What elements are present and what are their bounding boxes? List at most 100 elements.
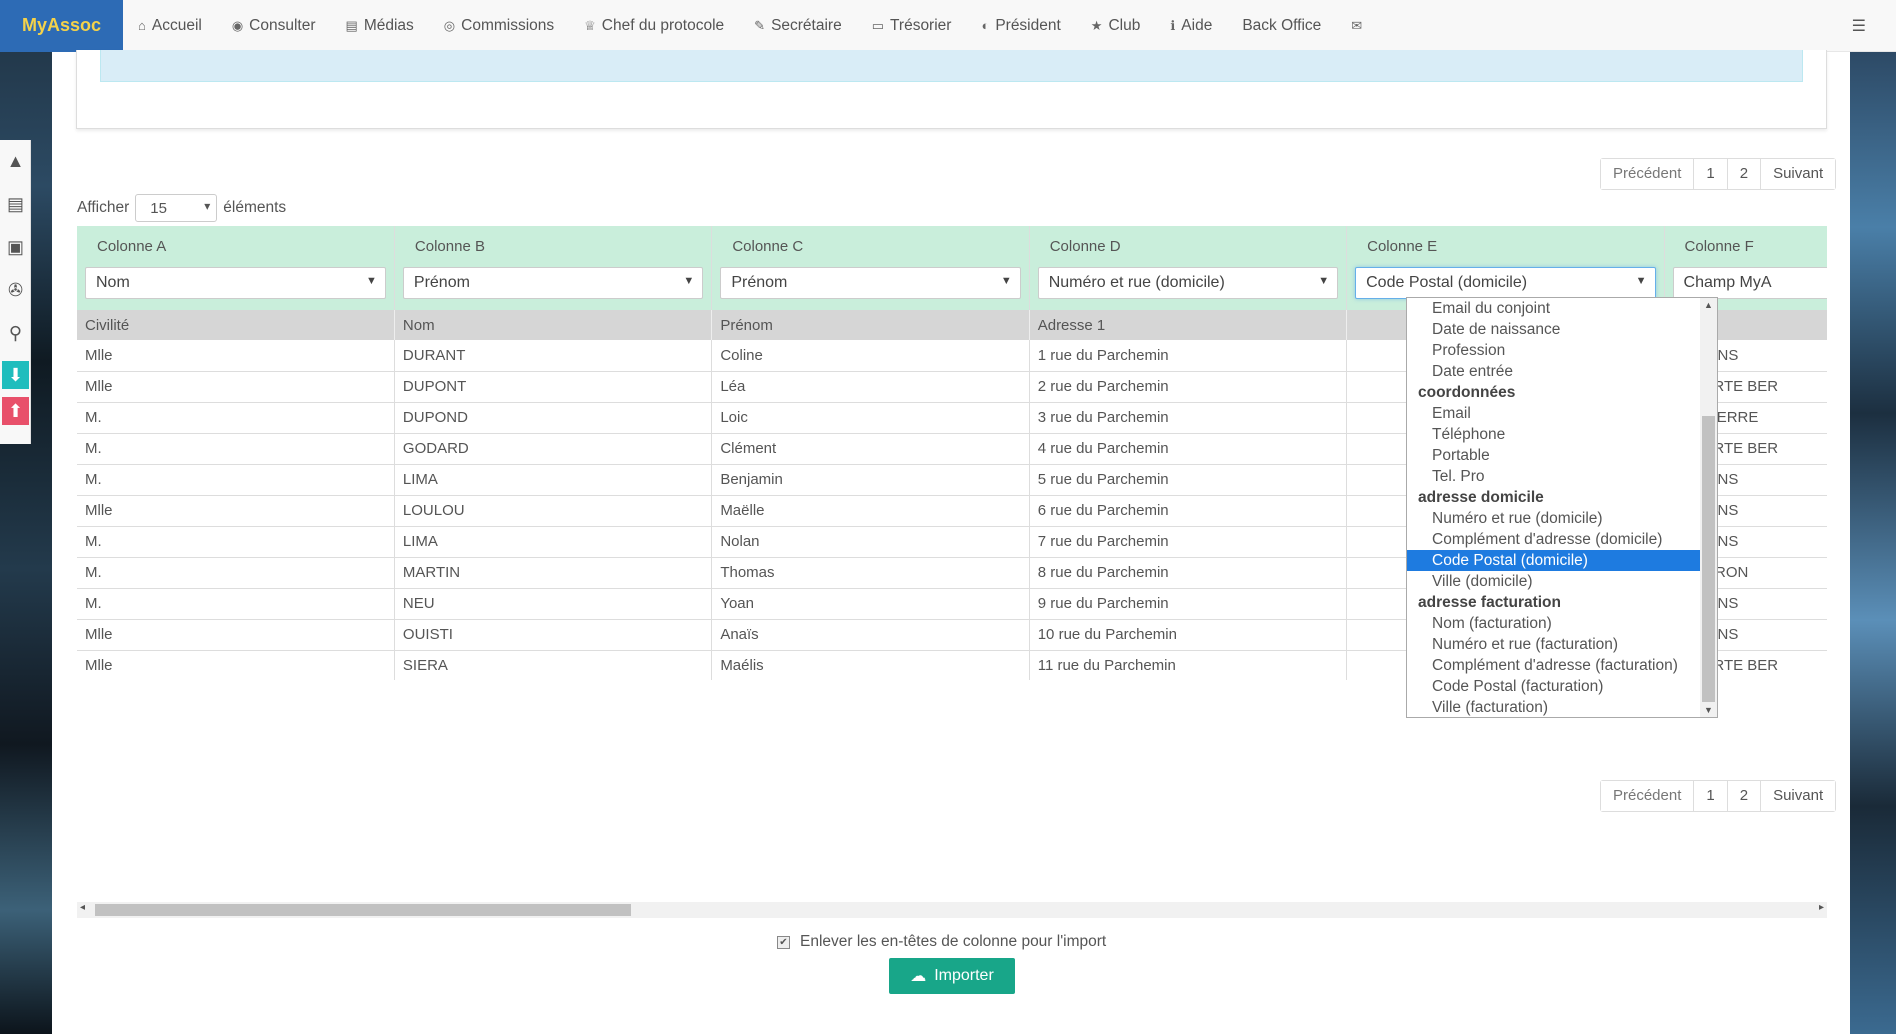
mapping-select[interactable]: Champ MyA (1672, 267, 1827, 299)
nav-item-10[interactable]: Back Office (1227, 0, 1336, 52)
dropdown-option[interactable]: Code Postal (domicile) (1407, 550, 1700, 571)
wrench-icon[interactable]: ✇ (0, 269, 31, 312)
dropdown-option[interactable]: Email du conjoint (1407, 298, 1700, 319)
table-cell: Léa (711, 371, 1030, 403)
column-header[interactable]: Adresse 1 (1029, 310, 1348, 340)
background-right (1850, 0, 1896, 1034)
dropdown-option[interactable]: Portable (1407, 445, 1700, 466)
money-icon[interactable]: ▣ (0, 226, 31, 269)
table-cell: Benjamin (711, 464, 1030, 496)
mapping-select[interactable]: Nom ▼ (85, 267, 386, 299)
nav-item-8[interactable]: ★ Club (1076, 0, 1156, 52)
dropdown-option[interactable]: Complément d'adresse (facturation) (1407, 655, 1700, 676)
mapping-select[interactable]: Prénom ▼ (402, 267, 704, 299)
dropdown-option[interactable]: Ville (domicile) (1407, 571, 1700, 592)
remove-headers-checkbox[interactable]: ✔ (777, 935, 790, 949)
table-cell: 3 rue du Parchemin (1029, 402, 1348, 434)
table-cell: Maélis (711, 650, 1030, 680)
upload-icon[interactable]: ⬆ (2, 397, 29, 425)
page-length-select[interactable]: 15 (135, 194, 218, 222)
caret-down-icon: ▼ (1000, 275, 1012, 287)
chart-icon[interactable]: ▲ (0, 140, 31, 183)
table-cell: 11 rue du Parchemin (1029, 650, 1348, 680)
menu-toggle-icon[interactable]: ☰ (1852, 16, 1866, 36)
info-alert (100, 50, 1803, 82)
dropdown-option[interactable]: Email (1407, 403, 1700, 424)
dropdown-option[interactable]: Numéro et rue (domicile) (1407, 508, 1700, 529)
page-2-button[interactable]: 2 (1726, 781, 1761, 811)
nav-label: Secrétaire (771, 16, 842, 34)
nav-item-2[interactable]: ▤ Médias (331, 0, 429, 52)
scroll-left-icon[interactable]: ◂ (80, 902, 85, 913)
scroll-right-icon[interactable]: ▸ (1819, 902, 1824, 913)
scrollbar-thumb[interactable] (95, 904, 631, 916)
download-icon[interactable]: ⬇ (2, 361, 29, 389)
nav-icon: ♕ (584, 17, 596, 33)
mapping-select-value: Champ MyA (1683, 274, 1772, 291)
dropdown-option[interactable]: Date de naissance (1407, 319, 1700, 340)
page-length-control: Afficher 15 éléments (77, 194, 286, 222)
next-page-button[interactable]: Suivant (1760, 781, 1836, 811)
column-header[interactable]: Nom (394, 310, 713, 340)
dropdown-option[interactable]: Code Postal (facturation) (1407, 676, 1700, 697)
table-cell: Mlle (77, 371, 395, 403)
dropdown-option[interactable]: Numéro et rue (facturation) (1407, 634, 1700, 655)
column-header[interactable]: Civilité (77, 310, 395, 340)
import-button[interactable]: ☁ Importer (889, 958, 1015, 994)
column-header[interactable]: Prénom (711, 310, 1030, 340)
nav-label: Accueil (151, 16, 202, 34)
mapping-select[interactable]: Prénom ▼ (720, 267, 1021, 299)
column-e-dropdown-list[interactable]: Email du conjoint Date de naissance Profes… (1406, 297, 1718, 718)
nav-item-4[interactable]: ♕ Chef du protocole (569, 0, 739, 52)
table-cell: LOULOU (394, 495, 713, 527)
dropdown-option[interactable]: Téléphone (1407, 424, 1700, 445)
dropdown-scrollbar[interactable]: ▲ ▼ (1700, 298, 1717, 717)
page-2-button[interactable]: 2 (1726, 159, 1761, 189)
nav-item-7[interactable]: ◐ Président (966, 0, 1075, 52)
nav-item-9[interactable]: ℹ Aide (1155, 0, 1227, 52)
table-cell: 8 rue du Parchemin (1029, 557, 1348, 589)
table-cell: M. (77, 433, 395, 465)
dropdown-option[interactable]: Tel. Pro (1407, 466, 1700, 487)
table-cell: GODARD (394, 433, 713, 465)
nav-item-0[interactable]: ⌂ Accueil (123, 0, 217, 52)
dropdown-option[interactable]: Profession (1407, 340, 1700, 361)
prev-page-button[interactable]: Précédent (1601, 781, 1694, 811)
scroll-up-icon[interactable]: ▲ (1704, 300, 1713, 310)
nav-item-5[interactable]: ✎ Secrétaire (739, 0, 857, 52)
table-cell: Anaïs (711, 619, 1030, 651)
nav-item-1[interactable]: ◉ Consulter (217, 0, 331, 52)
map-marker-icon[interactable]: ⚲ (0, 312, 31, 355)
pagination-bottom: Précédent 1 2 Suivant (1600, 780, 1837, 812)
next-page-button[interactable]: Suivant (1760, 159, 1836, 189)
table-cell: DUPOND (394, 402, 713, 434)
dropdown-option[interactable]: Ville (facturation) (1407, 697, 1700, 717)
table-cell: Loic (711, 402, 1030, 434)
nav-item-11[interactable]: ✉ (1336, 0, 1377, 52)
top-navbar: MyAssoc ⌂ Accueil ◉ Consulter ▤ Médias ◎ Commis… (0, 0, 1896, 52)
nav-item-3[interactable]: ◎ Commissions (429, 0, 569, 52)
mapping-column-label: Colonne A (97, 238, 167, 255)
dropdown-option[interactable]: Nom (facturation) (1407, 613, 1700, 634)
dropdown-option[interactable]: Date entrée (1407, 361, 1700, 382)
mapping-select[interactable]: Numéro et rue (domicile) ▼ (1037, 267, 1339, 299)
dropdown-option[interactable]: Complément d'adresse (domicile) (1407, 529, 1700, 550)
document-icon[interactable]: ▤ (0, 183, 31, 226)
mapping-column-label: Colonne F (1684, 238, 1754, 255)
scroll-down-icon[interactable]: ▼ (1704, 705, 1713, 715)
brand-logo[interactable]: MyAssoc (0, 0, 123, 52)
table-cell: Coline (711, 340, 1030, 372)
dropdown-options: Email du conjoint Date de naissance Profes… (1407, 298, 1700, 717)
dropdown-scroll-thumb[interactable] (1702, 416, 1715, 702)
nav-label: Back Office (1242, 16, 1322, 34)
left-icon-sidebar: ▲ ▤ ▣ ✇ ⚲ ⬇ ⬆ (0, 140, 31, 444)
nav-icon: ℹ (1170, 17, 1176, 33)
table-cell: Mlle (77, 650, 395, 680)
prev-page-button[interactable]: Précédent (1601, 159, 1694, 189)
table-cell: NEU (394, 588, 713, 620)
horizontal-scrollbar[interactable]: ◂ ▸ (77, 902, 1827, 918)
page-1-button[interactable]: 1 (1693, 159, 1727, 189)
mapping-select[interactable]: Code Postal (domicile) ▼ (1355, 267, 1656, 299)
page-1-button[interactable]: 1 (1693, 781, 1727, 811)
nav-item-6[interactable]: ▭ Trésorier (857, 0, 967, 52)
